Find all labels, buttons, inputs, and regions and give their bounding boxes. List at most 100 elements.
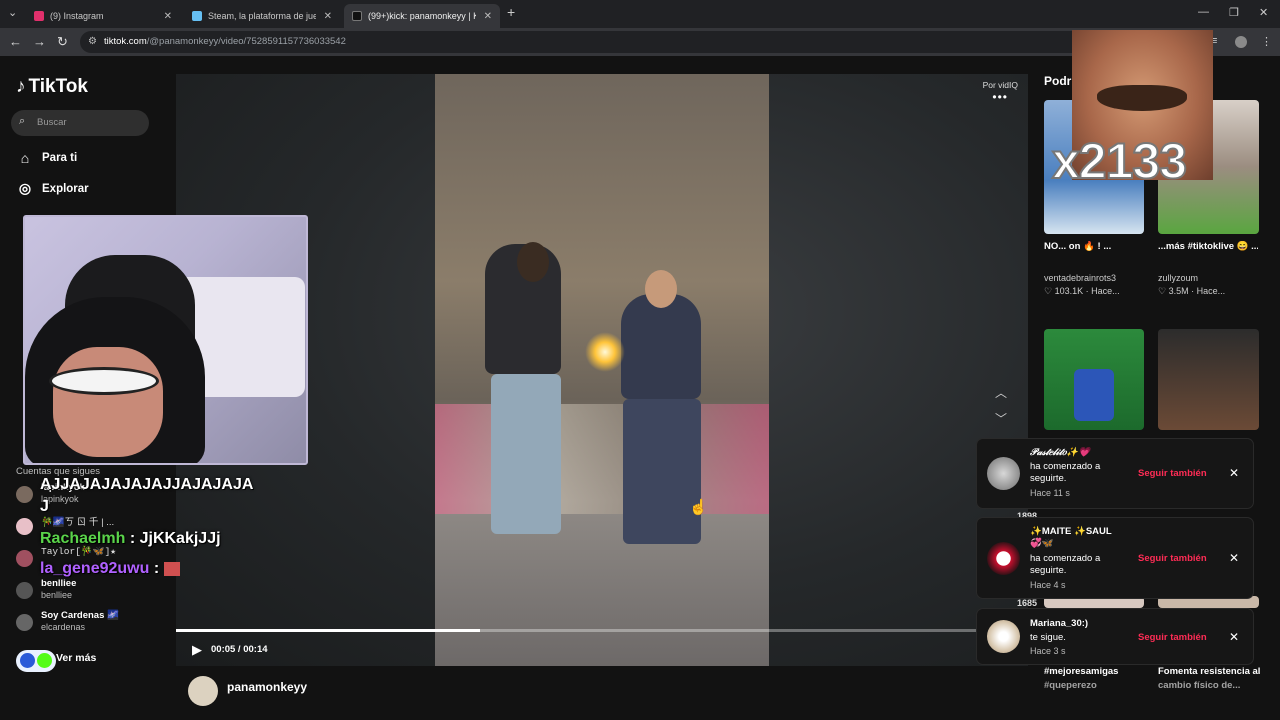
avatar: [16, 550, 33, 567]
recommended-title[interactable]: ...más #tiktoklive 😄 ...: [1158, 241, 1258, 252]
search-icon: ⌕: [19, 115, 26, 127]
follow-back-button[interactable]: Seguir también: [1138, 632, 1207, 643]
chat-text: :: [149, 560, 164, 577]
notification-time: Hace 4 s: [1030, 580, 1066, 590]
close-tab-icon[interactable]: ✕: [324, 11, 332, 22]
nav-label: Para ti: [42, 152, 78, 164]
recommended-tag[interactable]: #mejoresamigas: [1044, 666, 1118, 677]
new-tab-icon[interactable]: +: [507, 4, 515, 20]
minimize-icon[interactable]: —: [1198, 6, 1209, 18]
person-right-pants: [623, 399, 701, 544]
notification-message: te sigue.: [1030, 632, 1066, 643]
video-frame[interactable]: [435, 74, 769, 666]
steam-favicon-icon: [192, 11, 202, 21]
nav-explorar[interactable]: ◎ Explorar: [16, 180, 89, 197]
vidiq-credit[interactable]: Por vidIQ: [983, 80, 1018, 90]
person-right-head: [645, 270, 677, 308]
lens-flare: [585, 332, 625, 372]
user-name: 🎋🌌ㄎ ㄖ 千 | ...: [41, 517, 115, 528]
follow-notification[interactable]: 𝒫𝒶𝓈𝓉𝑒𝓁𝒾𝓉𝑜✨💗 ha comenzado a seguirte. Hac…: [977, 439, 1253, 508]
tab-steam[interactable]: Steam, la plataforma de juegos ✕: [184, 4, 340, 28]
notification-avatar: [987, 620, 1020, 653]
white-sunglasses: [49, 367, 159, 395]
recommended-thumb[interactable]: [1158, 329, 1259, 430]
play-icon[interactable]: ▶: [192, 642, 202, 658]
status-dot-icon: [37, 653, 52, 668]
notification-avatar: [987, 457, 1020, 490]
url-text[interactable]: tiktok.com/@panamonkeyy/video/7528591157…: [104, 36, 346, 47]
search-input[interactable]: ⌕ Buscar: [11, 110, 149, 136]
streamer-face: [53, 347, 163, 457]
chevron-up-icon[interactable]: ︿: [988, 382, 1014, 404]
streamer-webcam: [23, 215, 308, 465]
back-icon[interactable]: ←: [9, 34, 22, 49]
nav-para-ti[interactable]: ⌂ Para ti: [16, 150, 77, 166]
follow-back-button[interactable]: Seguir también: [1138, 468, 1207, 479]
omnibox[interactable]: ⚙ tiktok.com/@panamonkeyy/video/75285911…: [80, 31, 1140, 53]
instagram-favicon-icon: [34, 11, 44, 21]
tiktok-logo[interactable]: ♪ TikTok: [16, 76, 88, 98]
close-tab-icon[interactable]: ✕: [484, 11, 492, 22]
heart-icon: ♡: [1158, 286, 1167, 296]
follow-notification[interactable]: ✨MAITE ✨SAUL 💞🦋 ha comenzado a seguirte.…: [977, 518, 1253, 598]
follow-notification[interactable]: Mariana_30:) te sigue. Hace 3 s Seguir t…: [977, 609, 1253, 664]
url-host: tiktok.com: [104, 36, 147, 47]
notification-time: Hace 3 s: [1030, 646, 1066, 656]
tab-tiktok-active[interactable]: (99+)kick: panamonkeyy | Kick ✕: [344, 4, 500, 28]
recommended-tag[interactable]: cambio físico de...: [1158, 680, 1240, 691]
chat-message: AJJAJAJAJAJAJJAJAJAJA: [40, 476, 254, 493]
follow-back-button[interactable]: Seguir también: [1138, 553, 1207, 564]
compass-icon: ◎: [18, 180, 32, 196]
video-progress-bar[interactable]: [176, 629, 1028, 632]
author-name[interactable]: panamonkeyy: [227, 680, 307, 694]
tiktok-favicon-icon: [352, 11, 362, 21]
see-more-link[interactable]: Ver más: [56, 652, 96, 664]
tab-title: (9) Instagram: [50, 11, 104, 21]
recommended-thumb[interactable]: [1044, 329, 1144, 430]
site-info-icon[interactable]: ⚙: [88, 36, 97, 47]
recommended-user[interactable]: zullyzoum: [1158, 273, 1198, 283]
person-left-jeans: [491, 374, 561, 534]
forward-icon[interactable]: →: [33, 34, 46, 49]
recommended-meta: ♡ 103.1K · Hace...: [1044, 286, 1120, 296]
video-author[interactable]: panamonkeyy: [188, 676, 488, 706]
kick-badge: [16, 650, 56, 672]
avatar: [16, 518, 33, 535]
user-name: Soy Cardenas 🌌: [41, 610, 119, 621]
chevron-down-icon[interactable]: ﹀: [988, 408, 1014, 430]
close-icon[interactable]: ✕: [1229, 551, 1239, 565]
close-window-icon[interactable]: ✕: [1259, 6, 1268, 19]
jersey-shape: [1074, 369, 1114, 421]
restore-icon[interactable]: ❐: [1229, 6, 1239, 19]
close-icon[interactable]: ✕: [1229, 466, 1239, 480]
person-right-torso: [621, 294, 701, 399]
profile-avatar[interactable]: [1235, 36, 1247, 48]
logo-text: TikTok: [28, 76, 88, 97]
reload-icon[interactable]: ↻: [57, 34, 68, 50]
tab-search-icon[interactable]: ⌄: [8, 6, 17, 19]
posted-ago: Hace...: [1091, 286, 1120, 296]
like-count: 103.1K: [1054, 286, 1084, 296]
tab-title: Steam, la plataforma de juegos: [208, 11, 316, 21]
url-path: /@panamonkeyy/video/7528591157736033542: [146, 36, 346, 47]
tiktok-note-icon: ♪: [16, 76, 26, 97]
chat-message: Rachaelmh : JjKKakjJJj: [40, 530, 221, 548]
recommended-tag[interactable]: #queperezo: [1044, 680, 1097, 691]
tab-instagram[interactable]: (9) Instagram ✕: [26, 4, 180, 28]
mustache-shape: [1097, 85, 1187, 111]
chat-text: : JjKKakjJJj: [125, 530, 221, 547]
following-user[interactable]: Soy Cardenas 🌌 elcardenas: [16, 610, 166, 640]
close-tab-icon[interactable]: ✕: [164, 11, 172, 22]
recommended-title[interactable]: NO... on 🔥 ! ...: [1044, 241, 1144, 252]
more-options-icon[interactable]: •••: [992, 90, 1008, 104]
recommended-user[interactable]: ventadebrainrots3: [1044, 273, 1116, 283]
recommended-tag[interactable]: Fomenta resistencia al: [1158, 666, 1260, 677]
avatar: [16, 582, 33, 599]
author-avatar[interactable]: [188, 676, 218, 706]
menu-kebab-icon[interactable]: ⋮: [1261, 35, 1272, 48]
heart-icon: ♡: [1044, 286, 1053, 296]
chat-message: J: [40, 498, 49, 515]
following-user[interactable]: benlliee benlliee: [16, 578, 166, 608]
search-placeholder: Buscar: [37, 117, 67, 128]
close-icon[interactable]: ✕: [1229, 630, 1239, 644]
